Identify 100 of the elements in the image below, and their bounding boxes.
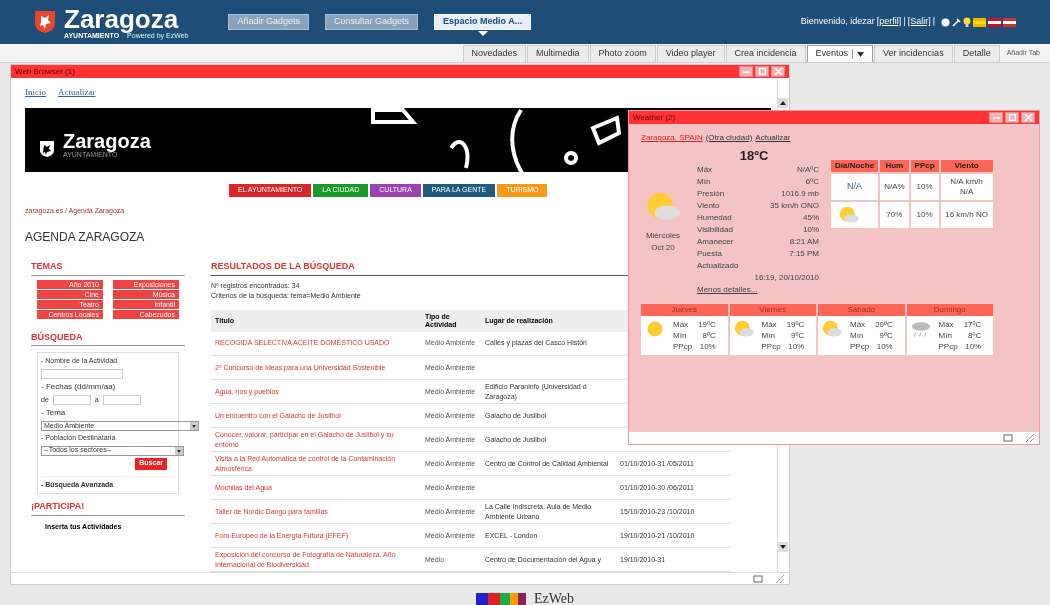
brand-title: Zaragoza bbox=[64, 5, 179, 32]
section-heading: ¡PARTICIPA! bbox=[31, 500, 185, 516]
tab[interactable]: Photo zoom bbox=[589, 45, 656, 62]
rain-cloud-icon bbox=[910, 319, 931, 339]
table-cell: 10% bbox=[910, 202, 939, 228]
detail-value: 1016.9 mb bbox=[781, 188, 819, 200]
maximize-icon bbox=[758, 68, 766, 75]
color-blocks-logo-icon bbox=[475, 592, 526, 605]
text-input-field[interactable] bbox=[52, 394, 91, 405]
maximize-button[interactable] bbox=[755, 66, 769, 77]
resize-grip-icon bbox=[1025, 433, 1035, 443]
tab[interactable]: Multimedia bbox=[527, 45, 589, 62]
header-link[interactable]: [perfil] bbox=[876, 15, 902, 29]
sun-cloud-icon bbox=[839, 205, 859, 225]
section-heading: BÚSQUEDA bbox=[31, 330, 185, 346]
sun-cloud-icon bbox=[733, 319, 754, 339]
weather-link[interactable]: (Otra ciudad) bbox=[705, 132, 753, 144]
header-link[interactable]: [Salir] bbox=[907, 15, 931, 29]
date-text: Oct 20 bbox=[651, 242, 675, 254]
forecast-label: PPcp bbox=[761, 341, 781, 352]
detail-value: N/AºC bbox=[796, 164, 819, 176]
footer-logo-text: EzWeb bbox=[533, 590, 575, 605]
forecast-label: PPcp bbox=[938, 341, 958, 352]
maximize-button[interactable] bbox=[1005, 112, 1019, 123]
sun-icon bbox=[645, 319, 665, 339]
forecast-day: Sábado bbox=[818, 304, 905, 316]
forecast-value: 20ºC bbox=[875, 319, 893, 330]
detail-label: Mín bbox=[697, 176, 711, 188]
weather-link[interactable]: Zaragoza, SPAIN bbox=[641, 132, 703, 144]
forecast-value: 17ºC bbox=[963, 319, 982, 330]
tab[interactable]: Crea incidencia bbox=[725, 45, 806, 62]
detail-label: Viento bbox=[697, 200, 720, 212]
table-cell: 10% bbox=[910, 174, 939, 200]
tab[interactable]: Novedades bbox=[462, 45, 527, 62]
detail-label: Puesta bbox=[697, 248, 722, 260]
forecast-value: 9ºC bbox=[790, 330, 805, 341]
forecast-label: Mín bbox=[938, 330, 953, 341]
window-title: Weather (2) bbox=[633, 111, 676, 124]
scroll-down-button[interactable] bbox=[778, 542, 788, 552]
page-heading: AGENDA ZARAGOZA bbox=[25, 229, 145, 246]
text-input-field[interactable] bbox=[41, 368, 123, 379]
forecast-value: 8ºC bbox=[967, 330, 982, 341]
forecast-value: 19ºC bbox=[786, 319, 805, 330]
resize-grip-icon bbox=[775, 573, 785, 584]
column-header: Hum bbox=[880, 160, 909, 172]
lightbulb-icon bbox=[963, 17, 971, 27]
column-header: Viento bbox=[940, 160, 993, 172]
detail-value: 6ºC bbox=[805, 176, 819, 188]
field-label: - Fechas (dd/mm/aa) bbox=[41, 380, 117, 393]
flag-icon bbox=[973, 17, 986, 27]
browser-link[interactable]: Actualizar bbox=[58, 86, 96, 100]
table-cell: N/A km/h N/A bbox=[940, 174, 993, 200]
forecast-label: Mín bbox=[673, 330, 688, 341]
table-cell: 16 km/h NO bbox=[940, 202, 993, 228]
minimize-button[interactable] bbox=[989, 112, 1003, 123]
forecast-label: PPcp bbox=[850, 341, 870, 352]
forecast-label: Máx bbox=[938, 319, 955, 330]
shield-logo-icon bbox=[39, 139, 55, 158]
close-button[interactable] bbox=[1021, 112, 1035, 123]
scroll-up-button[interactable] bbox=[778, 98, 788, 108]
weather-link[interactable]: Actualizar bbox=[755, 132, 791, 144]
forecast-day: Viernes bbox=[729, 304, 816, 316]
sun-cloud-icon bbox=[822, 319, 842, 339]
maximize-icon bbox=[1008, 114, 1016, 121]
forecast-value: 10% bbox=[787, 341, 805, 352]
restore-window-icon bbox=[753, 574, 763, 583]
forecast-day: Domingo bbox=[906, 304, 993, 316]
flag-icon bbox=[988, 17, 1001, 27]
section-heading: TEMAS bbox=[31, 260, 185, 276]
temperature: 18ºC bbox=[738, 150, 770, 162]
table-cell: N/A% bbox=[880, 174, 909, 200]
detail-label: Humedad bbox=[697, 212, 732, 224]
window-title: Web Browser (1) bbox=[15, 65, 75, 78]
table-cell: 70% bbox=[880, 202, 909, 228]
column-header: Día/Noche bbox=[831, 160, 879, 172]
tab[interactable]: Eventos bbox=[806, 45, 874, 62]
close-icon bbox=[1024, 114, 1032, 121]
forecast-value: 9ºC bbox=[878, 330, 893, 341]
weekday-text: Miércoles bbox=[645, 230, 681, 242]
text-input-field[interactable] bbox=[102, 394, 141, 405]
banner-title: Zaragoza bbox=[63, 130, 151, 151]
minimize-button[interactable] bbox=[739, 66, 753, 77]
close-icon bbox=[774, 68, 782, 75]
forecast-label: PPcp bbox=[673, 341, 693, 352]
tab[interactable]: Video player bbox=[656, 45, 725, 62]
forecast-value: 10% bbox=[964, 341, 982, 352]
minimize-icon bbox=[742, 70, 750, 73]
detail-value: 45% bbox=[803, 212, 819, 224]
less-details-link[interactable]: Menos detalles... bbox=[689, 284, 819, 296]
selected-caret-icon bbox=[477, 31, 488, 36]
detail-label: Actualizado bbox=[696, 260, 740, 272]
browser-link[interactable]: Inicio bbox=[25, 86, 46, 100]
dropdown-arrow-icon bbox=[857, 51, 865, 57]
tab[interactable]: Ver incidencias bbox=[874, 45, 953, 62]
dropdown-arrow-icon bbox=[190, 422, 198, 430]
tab[interactable]: Detalle bbox=[953, 45, 1000, 62]
forecast-label: Mín bbox=[761, 330, 776, 341]
tools-icon bbox=[952, 17, 961, 27]
forecast-label: Mín bbox=[850, 330, 865, 341]
close-button[interactable] bbox=[771, 66, 785, 77]
